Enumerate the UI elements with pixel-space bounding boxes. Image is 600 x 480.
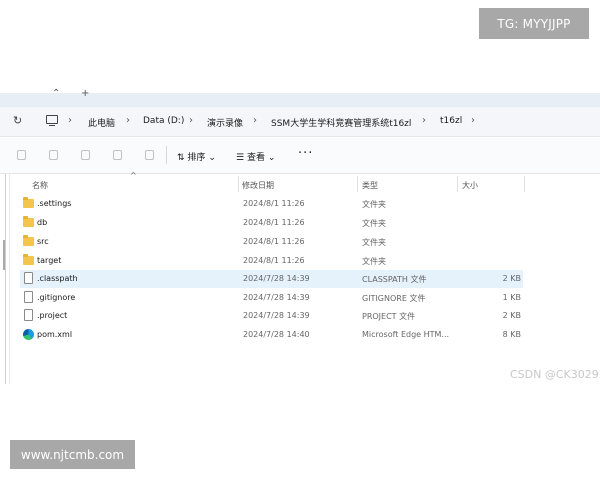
- file-name: pom.xml: [37, 330, 73, 339]
- folder-icon: [23, 216, 34, 227]
- file-date: 2024/8/1 11:26: [243, 256, 305, 265]
- document-icon: [24, 309, 33, 321]
- file-size: 2 KB: [502, 274, 521, 283]
- breadcrumb-sep: ›: [68, 115, 72, 126]
- file-date: 2024/7/28 14:40: [243, 330, 310, 339]
- file-type: CLASSPATH 文件: [362, 275, 427, 284]
- file-type: GITIGNORE 文件: [362, 294, 426, 303]
- edge-browser-icon: [23, 329, 34, 340]
- breadcrumb-sep: ›: [126, 115, 130, 126]
- watermark-bottom: www.njtcmb.com: [10, 440, 135, 469]
- nav-pane-edge: [5, 174, 6, 384]
- this-pc-icon[interactable]: [46, 115, 58, 127]
- column-header-date[interactable]: 修改日期: [242, 180, 274, 191]
- breadcrumb-this-pc[interactable]: 此电脑: [88, 116, 115, 129]
- file-type: 文件夹: [362, 219, 386, 228]
- column-divider[interactable]: [238, 176, 239, 192]
- breadcrumb-project-folder[interactable]: SSM大学生学科竞赛管理系统t16zl: [271, 116, 411, 129]
- document-icon: [24, 291, 33, 303]
- file-type: 文件夹: [362, 238, 386, 247]
- file-row[interactable]: .gitignore 2024/7/28 14:39 GITIGNORE 文件 …: [20, 289, 523, 307]
- file-date: 2024/7/28 14:39: [243, 274, 310, 283]
- chevron-down-icon: ⌄: [267, 153, 276, 163]
- file-row[interactable]: .project 2024/7/28 14:39 PROJECT 文件 2 KB: [20, 307, 523, 325]
- breadcrumb-data-drive[interactable]: Data (D:): [143, 116, 184, 126]
- file-date: 2024/7/28 14:39: [243, 311, 310, 320]
- copy-icon[interactable]: [17, 150, 26, 160]
- file-date: 2024/8/1 11:26: [243, 199, 305, 208]
- file-name: .settings: [37, 199, 72, 208]
- file-type: PROJECT 文件: [362, 312, 416, 321]
- new-tab-icon[interactable]: +: [81, 89, 89, 99]
- file-row[interactable]: .classpath 2024/7/28 14:39 CLASSPATH 文件 …: [20, 270, 523, 288]
- paste-icon[interactable]: [49, 150, 58, 160]
- delete-icon[interactable]: [145, 150, 154, 160]
- file-name: .project: [37, 311, 68, 320]
- breadcrumb-sep: ›: [471, 115, 475, 126]
- rename-icon[interactable]: [81, 150, 90, 160]
- file-row[interactable]: pom.xml 2024/7/28 14:40 Microsoft Edge H…: [20, 326, 523, 344]
- view-button[interactable]: ☰ 查看 ⌄: [236, 150, 275, 163]
- file-row[interactable]: db 2024/8/1 11:26 文件夹: [20, 214, 523, 232]
- breadcrumb-sep: ›: [253, 115, 257, 126]
- nav-pane-edge-inner: [9, 174, 10, 384]
- file-type: 文件夹: [362, 200, 386, 209]
- file-size: 8 KB: [502, 330, 521, 339]
- refresh-icon[interactable]: ↻: [13, 114, 22, 127]
- file-date: 2024/8/1 11:26: [243, 237, 305, 246]
- column-header-type[interactable]: 类型: [362, 180, 378, 191]
- column-divider[interactable]: [357, 176, 358, 192]
- csdn-watermark: CSDN @CK3029: [510, 368, 599, 381]
- document-icon: [24, 272, 33, 284]
- file-row[interactable]: src 2024/8/1 11:26 文件夹: [20, 233, 523, 251]
- column-header-size[interactable]: 大小: [462, 180, 478, 191]
- file-type: 文件夹: [362, 257, 386, 266]
- column-header-name[interactable]: 名称: [32, 180, 48, 191]
- file-row[interactable]: target 2024/8/1 11:26 文件夹: [20, 252, 523, 270]
- breadcrumb-recordings[interactable]: 演示录像: [207, 116, 243, 129]
- column-divider[interactable]: [457, 176, 458, 192]
- file-size: 1 KB: [502, 293, 521, 302]
- file-name: .gitignore: [37, 293, 76, 302]
- breadcrumb-t16zl[interactable]: t16zl: [440, 116, 462, 126]
- sort-icon: ⇅: [177, 153, 185, 163]
- tab-close-icon[interactable]: ⌃: [52, 89, 60, 99]
- file-name: .classpath: [37, 274, 78, 283]
- tab-strip: [0, 93, 600, 107]
- column-divider[interactable]: [524, 176, 525, 192]
- file-row[interactable]: .settings 2024/8/1 11:26 文件夹: [20, 195, 523, 213]
- file-name: target: [37, 256, 62, 265]
- file-type: Microsoft Edge HTM...: [362, 330, 450, 339]
- folder-icon: [23, 197, 34, 208]
- sort-button[interactable]: ⇅ 排序 ⌄: [177, 150, 216, 163]
- chevron-down-icon: ⌄: [208, 153, 216, 163]
- toolbar-divider: [166, 146, 167, 164]
- file-name: db: [37, 218, 48, 227]
- breadcrumb-sep: ›: [422, 115, 426, 126]
- file-date: 2024/8/1 11:26: [243, 218, 305, 227]
- folder-icon: [23, 235, 34, 246]
- share-icon[interactable]: [113, 150, 122, 160]
- file-date: 2024/7/28 14:39: [243, 293, 310, 302]
- file-name: src: [37, 237, 49, 246]
- breadcrumb-sep: ›: [189, 115, 193, 126]
- more-options-button[interactable]: ···: [298, 146, 313, 161]
- sort-label: 排序: [187, 153, 206, 163]
- scrollbar-thumb[interactable]: [3, 240, 5, 270]
- file-size: 2 KB: [502, 311, 521, 320]
- view-icon: ☰: [236, 153, 245, 163]
- watermark-top: TG: MYYJJPP: [479, 8, 589, 39]
- view-label: 查看: [246, 153, 265, 163]
- sort-indicator-icon: ^: [130, 171, 137, 180]
- folder-icon: [23, 254, 34, 265]
